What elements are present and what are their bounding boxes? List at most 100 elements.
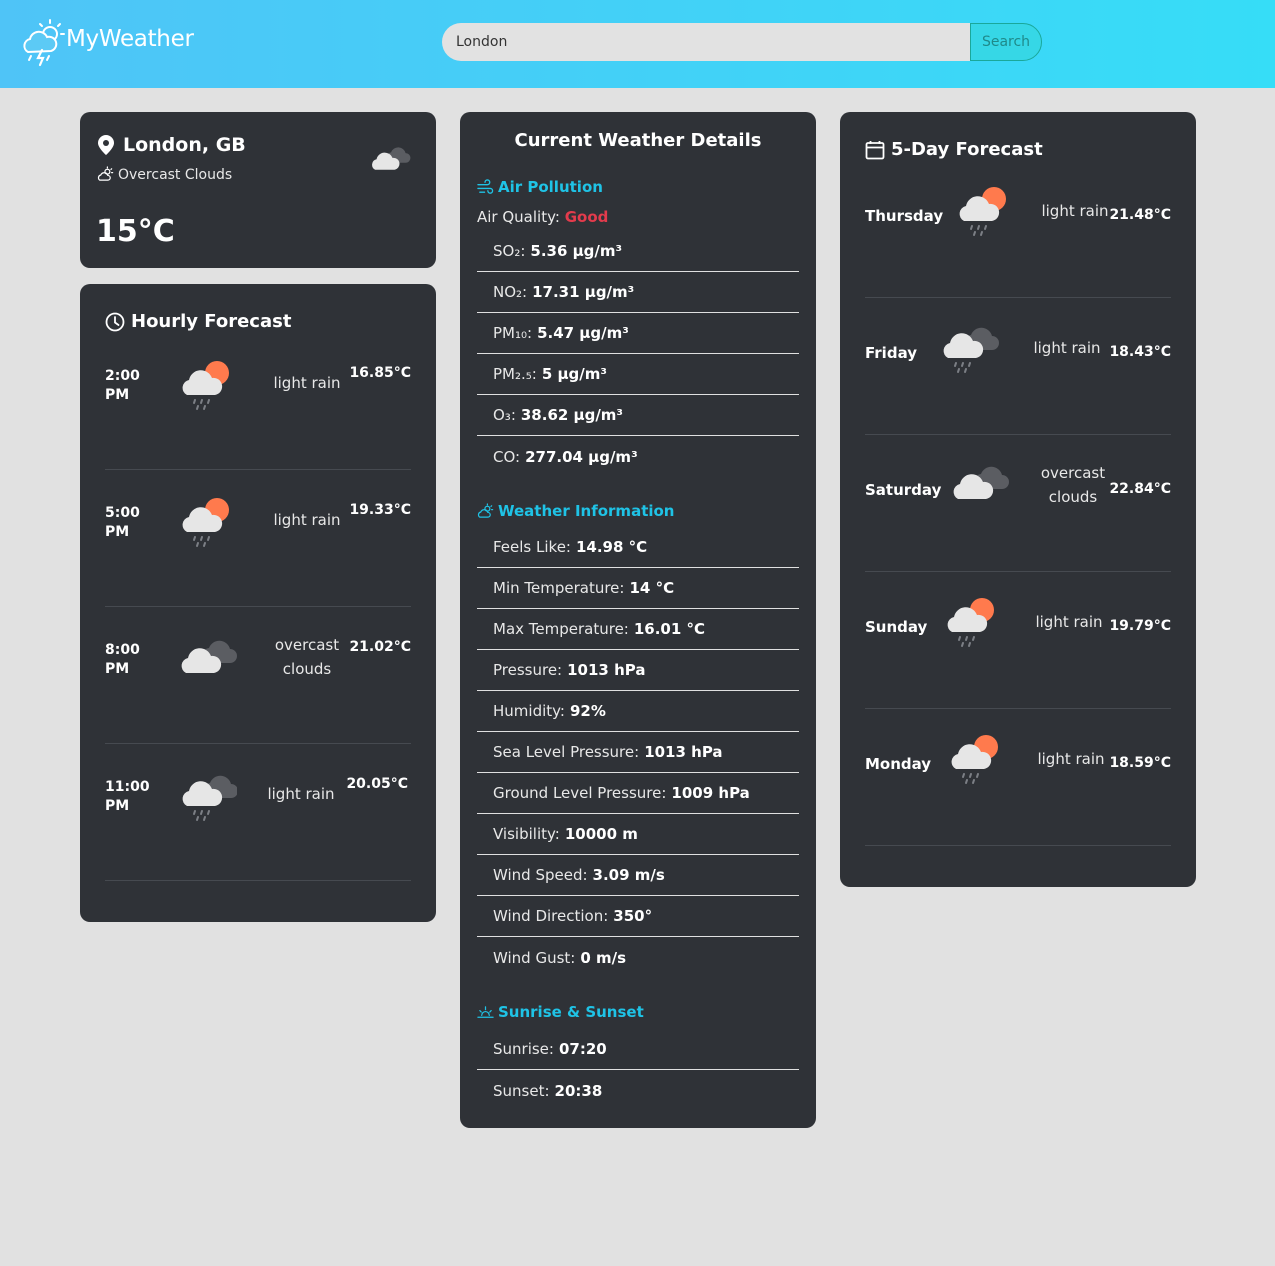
sun-cloud-rain-icon	[947, 598, 994, 647]
pollutant-label: NO₂:	[493, 283, 528, 301]
detail-value: 92%	[569, 702, 606, 720]
pollutant-value: 17.31 µg/m³	[532, 283, 635, 301]
current-location: London, GB	[97, 134, 246, 156]
forecast-title: 5-Day Forecast	[865, 139, 1043, 160]
wind-direction-row: Wind Direction: 350°	[477, 896, 799, 937]
wind-gust-row: Wind Gust: 0 m/s	[477, 937, 799, 978]
forecast-title-text: 5-Day Forecast	[891, 139, 1043, 160]
hourly-description: light rain	[267, 785, 335, 803]
pollutant-value: 5 µg/m³	[541, 365, 607, 383]
hourly-time: 5:00 PM	[105, 505, 140, 540]
overcast-cloud-icon	[372, 147, 411, 170]
forecast-temperature: 18.43°C	[1109, 344, 1171, 360]
cloud-sun-icon	[477, 502, 494, 518]
forecast-temperature: 19.79°C	[1109, 618, 1171, 634]
forecast-row: Friday light rain 18.43°C	[865, 298, 1171, 435]
detail-label: Wind Gust:	[493, 948, 576, 967]
sun-title: Sunrise & Sunset	[498, 1003, 644, 1021]
city-search-input[interactable]	[442, 23, 970, 61]
air-quality-label: Air Quality:	[477, 208, 560, 226]
forecast-day: Friday	[865, 344, 918, 362]
wind-speed-row: Wind Speed: 3.09 m/s	[477, 855, 799, 896]
pollutant-value: 5.36 µg/m³	[530, 242, 623, 260]
detail-label: Max Temperature:	[493, 620, 629, 638]
pollutant-value: 277.04 µg/m³	[525, 447, 638, 466]
hourly-description: light rain	[273, 374, 341, 392]
sunset-value: 20:38	[554, 1081, 603, 1100]
calendar-icon	[865, 140, 885, 159]
pollutant-pm10: PM₁₀: 5.47 µg/m³	[477, 313, 799, 354]
current-weather-card: London, GB Overcast Clouds 15°C	[80, 112, 436, 268]
forecast-description: overcast clouds	[1040, 464, 1106, 506]
detail-label: Wind Direction:	[493, 907, 609, 925]
detail-value: 1013 hPa	[567, 661, 646, 679]
pressure-row: Pressure: 1013 hPa	[477, 650, 799, 691]
forecast-day: Sunday	[865, 618, 928, 636]
pollutant-value: 5.47 µg/m³	[537, 324, 629, 342]
forecast-description: light rain	[1041, 202, 1109, 220]
sun-cloud-rain-icon	[182, 498, 229, 547]
current-description: Overcast Clouds	[97, 166, 232, 183]
location-name: London, GB	[123, 134, 246, 156]
forecast-day: Monday	[865, 755, 932, 773]
pollutant-so2: SO₂: 5.36 µg/m³	[477, 231, 799, 272]
cloud-sun-icon	[97, 166, 114, 181]
forecast-day: Saturday	[865, 481, 942, 499]
cloud-rain-icon	[943, 327, 999, 373]
forecast-temperature: 22.84°C	[1109, 481, 1171, 497]
cloud-rain-icon	[182, 775, 237, 821]
max-temperature-row: Max Temperature: 16.01 °C	[477, 609, 799, 650]
search-button[interactable]: Search	[970, 23, 1042, 61]
detail-value: 350°	[613, 907, 653, 925]
pollutant-label: O₃:	[493, 406, 516, 424]
overcast-cloud-icon	[953, 466, 1009, 499]
location-pin-icon	[98, 135, 114, 155]
sunrise-value: 07:20	[558, 1040, 607, 1058]
detail-value: 0 m/s	[580, 948, 627, 967]
weather-info-title: Weather Information	[498, 502, 675, 520]
clock-icon	[105, 312, 125, 331]
hourly-temperature: 21.02°C	[349, 639, 411, 655]
hourly-title: Hourly Forecast	[105, 311, 291, 332]
forecast-description: light rain	[1037, 750, 1105, 768]
detail-value: 3.09 m/s	[592, 866, 665, 884]
air-quality: Air Quality: Good	[477, 208, 608, 226]
detail-value: 1013 hPa	[644, 743, 723, 761]
forecast-row: Monday light rain 18.59°C	[865, 709, 1171, 846]
weather-logo-icon	[23, 19, 65, 67]
hourly-temperature: 16.85°C	[349, 365, 411, 381]
sunrise-icon	[477, 1005, 494, 1018]
pollutant-co: CO: 277.04 µg/m³	[477, 436, 799, 477]
detail-label: Sea Level Pressure:	[493, 743, 640, 761]
pollutant-value: 38.62 µg/m³	[520, 406, 623, 424]
detail-value: 1009 hPa	[671, 784, 750, 802]
hourly-row: 11:00 PM light rain 20.05°C	[105, 744, 411, 881]
detail-label: Ground Level Pressure:	[493, 784, 667, 802]
sun-cloud-rain-icon	[959, 187, 1006, 236]
air-pollution-heading: Air Pollution	[477, 178, 603, 196]
detail-value: 14.98 °C	[575, 538, 648, 556]
hourly-row: 2:00 PM light rain 16.85°C	[105, 333, 411, 470]
sea-level-pressure-row: Sea Level Pressure: 1013 hPa	[477, 732, 799, 773]
details-title: Current Weather Details	[514, 130, 762, 151]
hourly-temperature: 20.05°C	[346, 776, 408, 792]
wind-icon	[477, 178, 494, 194]
overcast-cloud-icon	[181, 640, 237, 673]
hourly-temperature: 19.33°C	[349, 502, 411, 518]
forecast-temperature: 21.48°C	[1109, 207, 1171, 223]
sunset-row: Sunset: 20:38	[477, 1070, 799, 1111]
forecast-description: light rain	[1033, 339, 1101, 357]
current-temperature: 15°C	[96, 214, 175, 249]
humidity-row: Humidity: 92%	[477, 691, 799, 732]
detail-label: Wind Speed:	[493, 866, 588, 884]
detail-label: Pressure:	[493, 661, 563, 679]
app-logo[interactable]: MyWeather	[18, 16, 194, 68]
hourly-row: 5:00 PM light rain 19.33°C	[105, 470, 411, 607]
visibility-row: Visibility: 10000 m	[477, 814, 799, 855]
hourly-time: 11:00 PM	[105, 779, 150, 814]
detail-label: Feels Like:	[493, 538, 571, 556]
sunrise-label: Sunrise:	[493, 1040, 554, 1058]
current-description-text: Overcast Clouds	[118, 166, 233, 183]
sun-cloud-rain-icon	[182, 361, 229, 410]
sun-heading: Sunrise & Sunset	[477, 1003, 644, 1021]
